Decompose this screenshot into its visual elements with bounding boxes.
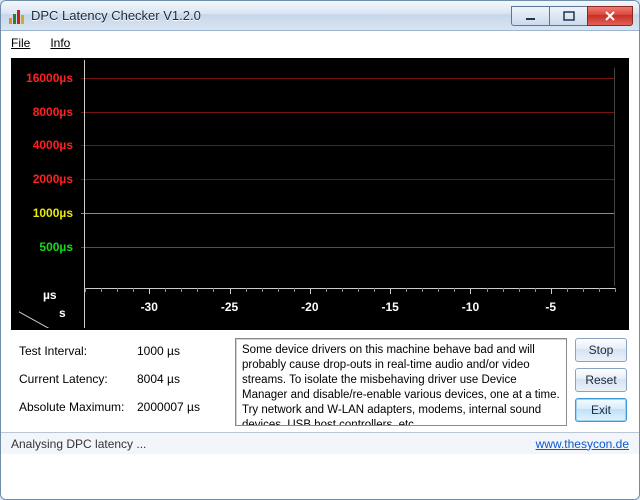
app-window: DPC Latency Checker V1.2.0 File Info 160… — [0, 0, 640, 500]
x-tick-label: -15 — [381, 300, 398, 314]
status-text: Analysing DPC latency ... — [11, 437, 146, 451]
y-tick-label: 2000µs — [33, 172, 73, 186]
y-unit-label: µs — [43, 288, 57, 302]
stat-current-label: Current Latency: — [19, 372, 137, 386]
status-link[interactable]: www.thesycon.de — [536, 437, 629, 451]
x-axis-ticks: -30 -25 -20 -15 -10 -5 — [85, 288, 615, 328]
plot-area — [81, 68, 615, 286]
maximize-button[interactable] — [549, 6, 587, 26]
x-tick-label: -5 — [545, 300, 556, 314]
menu-info[interactable]: Info — [46, 34, 74, 52]
close-button[interactable] — [587, 6, 633, 26]
bar-series — [81, 68, 614, 286]
stat-interval: Test Interval: 1000 µs — [19, 344, 227, 358]
y-tick-label: 4000µs — [33, 138, 73, 152]
x-tick-label: -20 — [301, 300, 318, 314]
y-axis-labels: 16000µs 8000µs 4000µs 2000µs 1000µs 500µs — [15, 68, 77, 286]
stat-interval-label: Test Interval: — [19, 344, 137, 358]
client-area: File Info 16000µs 8000µs 4000µs 2000µs 1000µ… — [1, 31, 639, 499]
axis-corner: µs s — [19, 288, 85, 328]
menu-file[interactable]: File — [7, 34, 34, 52]
y-tick-label: 1000µs — [33, 206, 73, 220]
menubar: File Info — [1, 32, 639, 54]
exit-button[interactable]: Exit — [575, 398, 627, 422]
button-column: Stop Reset Exit — [575, 338, 627, 422]
stat-interval-value: 1000 µs — [137, 344, 180, 358]
statusbar: Analysing DPC latency ... www.thesycon.d… — [1, 432, 639, 454]
axis-area: µs s -30 -25 -20 -15 -10 -5 — [15, 288, 615, 328]
stats-block: Test Interval: 1000 µs Current Latency: … — [19, 338, 227, 414]
y-tick-label: 16000µs — [26, 71, 73, 85]
x-tick-label: -10 — [462, 300, 479, 314]
lower-panel: Test Interval: 1000 µs Current Latency: … — [1, 336, 639, 432]
app-icon — [9, 8, 25, 24]
stat-current: Current Latency: 8004 µs — [19, 372, 227, 386]
latency-chart: 16000µs 8000µs 4000µs 2000µs 1000µs 500µs µs … — [11, 58, 629, 330]
minimize-button[interactable] — [511, 6, 549, 26]
x-tick-label: -30 — [141, 300, 158, 314]
stat-max-label: Absolute Maximum: — [19, 400, 137, 414]
x-unit-label: s — [59, 306, 66, 320]
stat-current-value: 8004 µs — [137, 372, 180, 386]
stat-max-value: 2000007 µs — [137, 400, 200, 414]
y-tick-label: 500µs — [39, 240, 73, 254]
titlebar: DPC Latency Checker V1.2.0 — [1, 1, 639, 31]
advice-text: Some device drivers on this machine beha… — [235, 338, 567, 426]
reset-button[interactable]: Reset — [575, 368, 627, 392]
x-tick-label: -25 — [221, 300, 238, 314]
stat-max: Absolute Maximum: 2000007 µs — [19, 400, 227, 414]
stop-button[interactable]: Stop — [575, 338, 627, 362]
window-buttons — [511, 6, 633, 26]
window-title: DPC Latency Checker V1.2.0 — [31, 8, 511, 23]
y-tick-label: 8000µs — [33, 105, 73, 119]
